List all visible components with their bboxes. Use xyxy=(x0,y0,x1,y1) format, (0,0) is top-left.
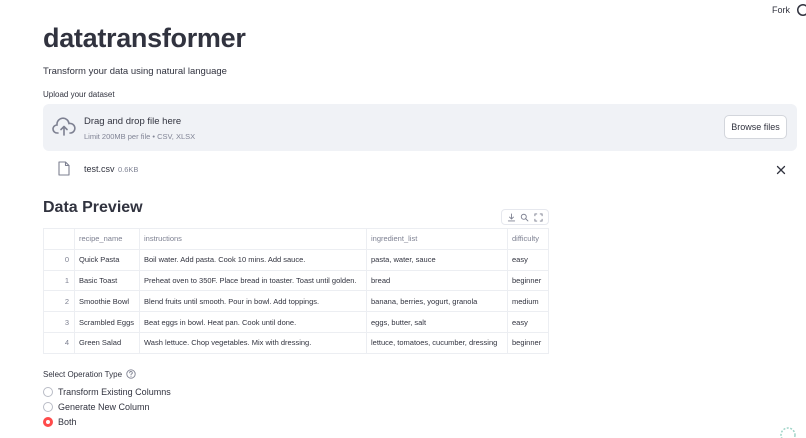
github-icon[interactable] xyxy=(797,4,806,16)
row-index: 0 xyxy=(43,248,75,271)
table-cell[interactable]: Wash lettuce. Chop vegetables. Mix with … xyxy=(139,331,367,354)
radio-button[interactable] xyxy=(43,402,53,412)
file-name: test.csv xyxy=(84,164,115,174)
upload-label: Upload your dataset xyxy=(43,90,115,99)
table-cell[interactable]: Beat eggs in bowl. Heat pan. Cook until … xyxy=(139,311,367,333)
operation-type-text: Select Operation Type xyxy=(43,369,123,379)
table-cell[interactable]: easy xyxy=(507,311,549,333)
table-cell[interactable]: Scrambled Eggs xyxy=(74,311,140,333)
column-header[interactable]: instructions xyxy=(139,228,367,250)
table-cell[interactable]: Quick Pasta xyxy=(74,248,140,271)
radio-label: Both xyxy=(58,417,77,427)
column-header[interactable]: ingredient_list xyxy=(366,228,508,250)
row-index: 2 xyxy=(43,290,75,313)
table-cell[interactable]: Smoothie Bowl xyxy=(74,290,140,313)
fork-link[interactable]: Fork xyxy=(772,5,790,15)
table-cell[interactable]: pasta, water, sauce xyxy=(366,248,508,271)
table-row: 4 Green Salad Wash lettuce. Chop vegetab… xyxy=(43,331,549,354)
table-cell[interactable]: beginner xyxy=(507,269,549,292)
row-index: 4 xyxy=(43,331,75,354)
table-cell[interactable]: medium xyxy=(507,290,549,313)
table-cell[interactable]: Boil water. Add pasta. Cook 10 mins. Add… xyxy=(139,248,367,271)
cloud-upload-icon xyxy=(52,117,76,136)
table-cell[interactable]: Blend fruits until smooth. Pour in bowl.… xyxy=(139,290,367,313)
dropzone-limit: Limit 200MB per file • CSV, XLSX xyxy=(84,132,196,141)
file-icon xyxy=(58,161,70,176)
page-title: datatransformer xyxy=(43,23,246,53)
dataframe-toolbar xyxy=(501,209,549,225)
dropzone-title: Drag and drop file here xyxy=(84,116,182,127)
search-icon[interactable] xyxy=(520,213,529,222)
table-row: 2 Smoothie Bowl Blend fruits until smoot… xyxy=(43,290,549,313)
table-cell[interactable]: Preheat oven to 350F. Place bread in toa… xyxy=(139,269,367,292)
table-cell[interactable]: bread xyxy=(366,269,508,292)
radio-generate-new[interactable]: Generate New Column xyxy=(43,400,150,414)
table-cell[interactable]: eggs, butter, salt xyxy=(366,311,508,333)
radio-label: Transform Existing Columns xyxy=(58,387,171,397)
table-cell[interactable]: banana, berries, yogurt, granola xyxy=(366,290,508,313)
download-icon[interactable] xyxy=(507,212,516,222)
table-cell[interactable]: Green Salad xyxy=(74,331,140,354)
radio-button-selected[interactable] xyxy=(43,417,53,427)
radio-both[interactable]: Both xyxy=(43,415,77,429)
table-cell[interactable]: Basic Toast xyxy=(74,269,140,292)
table-header-row: recipe_name instructions ingredient_list… xyxy=(43,228,549,250)
close-icon[interactable] xyxy=(776,165,786,175)
radio-transform-existing[interactable]: Transform Existing Columns xyxy=(43,385,171,399)
index-header xyxy=(43,228,75,250)
radio-button[interactable] xyxy=(43,387,53,397)
file-size: 0.6KB xyxy=(118,165,139,174)
table-cell[interactable]: lettuce, tomatoes, cucumber, dressing xyxy=(366,331,508,354)
table-row: 3 Scrambled Eggs Beat eggs in bowl. Heat… xyxy=(43,311,549,333)
row-index: 1 xyxy=(43,269,75,292)
fullscreen-icon[interactable] xyxy=(534,212,543,222)
column-header[interactable]: difficulty xyxy=(507,228,549,250)
table-cell[interactable]: easy xyxy=(507,248,549,271)
data-preview-table: recipe_name instructions ingredient_list… xyxy=(43,228,549,354)
row-index: 3 xyxy=(43,311,75,333)
radio-label: Generate New Column xyxy=(58,402,150,412)
top-bar: Fork xyxy=(0,0,806,22)
help-icon[interactable] xyxy=(126,369,136,379)
browse-files-button[interactable]: Browse files xyxy=(724,115,787,139)
column-header[interactable]: recipe_name xyxy=(74,228,140,250)
file-dropzone[interactable]: Drag and drop file here Limit 200MB per … xyxy=(43,104,797,151)
table-row: 1 Basic Toast Preheat oven to 350F. Plac… xyxy=(43,269,549,292)
table-cell[interactable]: beginner xyxy=(507,331,549,354)
page-subtitle: Transform your data using natural langua… xyxy=(43,66,227,77)
data-preview-title: Data Preview xyxy=(43,199,143,216)
uploaded-file-row: test.csv 0.6KB xyxy=(43,158,797,182)
table-row: 0 Quick Pasta Boil water. Add pasta. Coo… xyxy=(43,248,549,271)
operation-type-label: Select Operation Type xyxy=(43,369,136,379)
streamlit-status-icon[interactable] xyxy=(778,425,798,438)
